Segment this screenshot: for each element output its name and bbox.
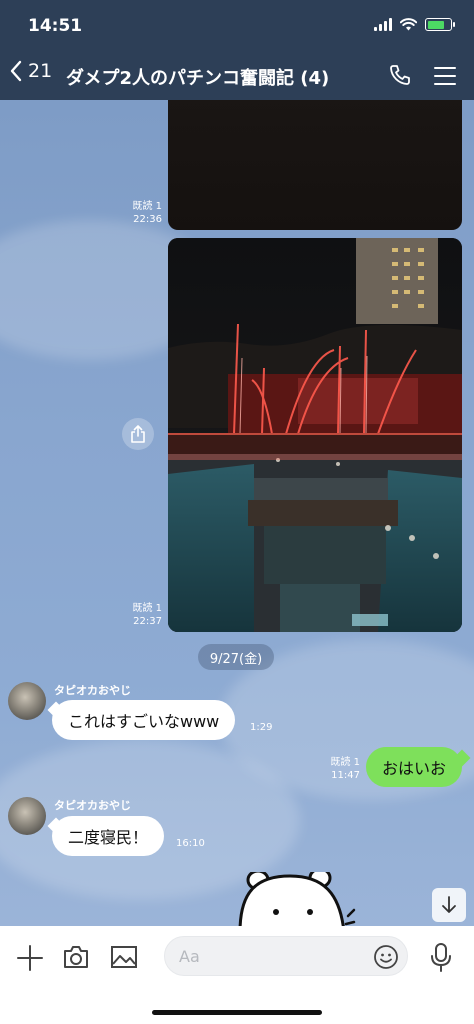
message-meta-1: 既読 1 22:36 [120,200,162,226]
camera-icon[interactable] [62,944,90,970]
top-bar: 14:51 21 ダメプ2人のパチンコ奮闘記 (4) [0,0,474,100]
status-icons [374,18,455,31]
image-icon[interactable] [110,944,138,970]
message-time: 16:10 [176,838,205,849]
night-fountain-photo [168,238,462,632]
incoming-message-bubble[interactable]: 二度寝民！ [52,816,165,856]
phone-icon[interactable] [388,63,412,87]
microphone-icon[interactable] [428,942,454,972]
chat-title: ダメプ2人のパチンコ奮闘記 (4) [66,68,330,89]
read-receipt: 既読 1 [132,603,162,614]
hamburger-menu-icon[interactable] [434,67,456,91]
wifi-icon [400,18,417,31]
signal-icon [374,18,392,31]
read-receipt: 既読 1 [132,201,162,212]
chevron-left-icon [10,60,22,82]
avatar[interactable] [8,682,46,720]
chat-header: 21 ダメプ2人のパチンコ奮闘記 (4) [0,52,474,98]
message-text: これはすごいなwww [68,712,220,731]
message-input-bar [0,926,474,1024]
message-time: 22:36 [133,214,162,225]
photo-message-1[interactable] [168,100,462,230]
photo-message-2[interactable] [168,238,462,632]
sender-name: タピオカおやじ [54,684,131,697]
read-receipt: 既読 1 [330,757,360,768]
sender-name: タピオカおやじ [54,799,131,812]
arrow-down-icon [442,896,456,913]
smiley-icon[interactable] [373,944,399,970]
outgoing-message-bubble[interactable]: おはいお [366,747,463,787]
status-time: 14:51 [28,16,83,36]
back-button[interactable]: 21 [10,60,52,82]
message-meta-3: 既読 1 11:47 [318,756,360,782]
home-indicator [152,1010,322,1015]
bear-sticker[interactable] [236,872,356,926]
avatar[interactable] [8,797,46,835]
message-time: 11:47 [331,770,360,781]
share-icon [131,425,145,443]
message-text: おはいお [382,759,447,778]
incoming-message-bubble[interactable]: これはすごいなwww [52,700,236,740]
message-text: 二度寝民！ [68,828,149,847]
chat-area[interactable]: 既読 1 22:36 既読 1 22:37 9/27(金) タピオカおやじ これ… [0,100,474,926]
date-separator: 9/27(金) [198,644,274,670]
share-button[interactable] [122,418,154,450]
scroll-to-bottom-button[interactable] [432,888,466,922]
back-count: 21 [28,60,53,82]
message-input[interactable] [164,936,408,976]
message-time: 22:37 [133,616,162,627]
message-time: 1:29 [250,722,273,733]
message-text-field[interactable] [179,937,369,975]
battery-icon [425,18,455,31]
plus-icon[interactable] [16,944,44,972]
message-meta-2: 既読 1 22:37 [120,602,162,628]
